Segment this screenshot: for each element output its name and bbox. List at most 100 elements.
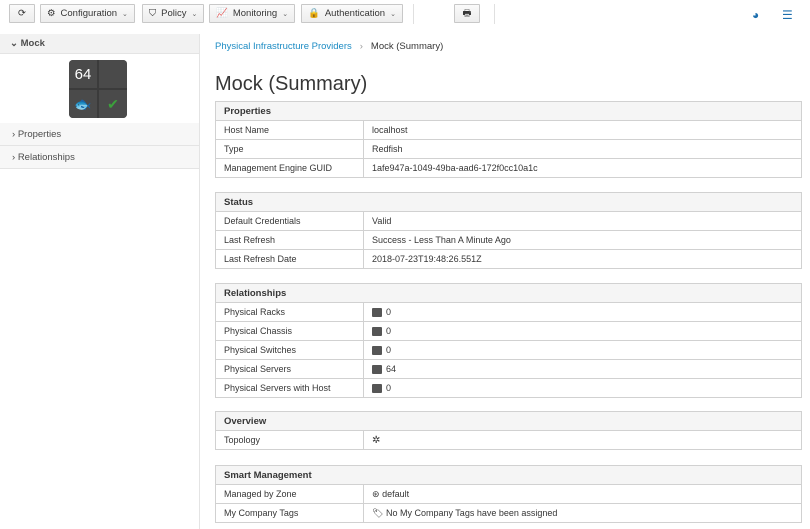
sidebar: ⌄ Mock 64 🐟 ✔ › Properties › Relationshi…	[0, 34, 200, 529]
divider	[413, 4, 414, 24]
row-value[interactable]: 0	[363, 340, 802, 360]
row-value: 1afe947a-1049-49ba-aad6-172f0cc10a1c	[363, 158, 802, 178]
row-label: Topology	[215, 430, 364, 450]
chevron-down-icon: ⌄	[122, 10, 128, 18]
table-row[interactable]: Physical Racks 0	[215, 302, 802, 322]
reload-button[interactable]: ⟳	[9, 4, 35, 23]
toolbar: ⟳ ⚙ Configuration ⌄ ⛉ Policy ⌄ 📈 Monitoring ⌄ …	[0, 0, 810, 28]
tags-value: No My Company Tags have been assigned	[385, 507, 558, 518]
properties-table: Properties Host Name localhost Type Redfis…	[215, 101, 802, 178]
rack-icon	[372, 308, 382, 318]
check-circle-icon: ✔	[99, 90, 127, 118]
configuration-label: Configuration	[60, 8, 118, 19]
server-count: 64	[69, 60, 97, 88]
policy-menu[interactable]: ⛉ Policy ⌄	[142, 4, 205, 23]
row-value[interactable]: 0	[363, 321, 802, 341]
row-label: Physical Chassis	[215, 321, 364, 341]
row-value: localhost	[363, 120, 802, 140]
divider	[494, 4, 495, 24]
topology-icon: ✲	[372, 434, 381, 446]
row-label: Last Refresh	[215, 230, 364, 250]
row-label: Default Credentials	[215, 211, 364, 231]
table-header: Overview	[215, 411, 802, 431]
table-row: My Company Tags 🏷 No My Company Tags have…	[215, 503, 802, 523]
sidebar-title[interactable]: ⌄ Mock	[0, 34, 199, 54]
table-row: Default Credentials Valid	[215, 211, 802, 231]
dashboard-view-icon[interactable]: ◕	[752, 8, 759, 22]
table-header: Smart Management	[215, 465, 802, 485]
count: 0	[386, 344, 392, 355]
row-value: ⊛ default	[363, 484, 802, 504]
table-row[interactable]: Physical Chassis 0	[215, 321, 802, 341]
table-row[interactable]: Physical Switches 0	[215, 340, 802, 360]
switch-icon	[372, 346, 382, 356]
row-label: Last Refresh Date	[215, 249, 364, 269]
chart-icon: 📈	[216, 8, 228, 19]
page-title: Mock (Summary)	[215, 73, 368, 95]
row-label: Physical Servers with Host	[215, 378, 364, 398]
chassis-icon	[372, 327, 382, 337]
printer-icon: 🖶	[462, 7, 472, 19]
refresh-icon: ⟳	[18, 8, 26, 19]
row-label: Physical Servers	[215, 359, 364, 379]
sidebar-item-label: Properties	[17, 128, 62, 140]
chevron-down-icon: ⌄	[390, 10, 396, 18]
count: 0	[386, 382, 392, 393]
smart-management-table: Smart Management Managed by Zone ⊛ defaul…	[215, 465, 802, 523]
breadcrumb-link[interactable]: Physical Infrastructure Providers	[215, 41, 352, 52]
table-header: Properties	[215, 101, 802, 121]
row-value: Redfish	[363, 139, 802, 159]
row-value: Valid	[363, 211, 802, 231]
sidebar-item-label: Relationships	[17, 151, 75, 163]
row-value: Success - Less Than A Minute Ago	[363, 230, 802, 250]
monitoring-label: Monitoring	[232, 8, 278, 19]
print-button[interactable]: 🖶	[454, 4, 480, 23]
lock-icon: 🔒	[308, 8, 320, 19]
table-row[interactable]: Topology ✲	[215, 430, 802, 450]
shield-icon: ⛉	[149, 8, 157, 19]
server-icon	[372, 365, 382, 375]
provider-quadicon[interactable]: 64 🐟 ✔	[69, 60, 127, 118]
table-row: Type Redfish	[215, 139, 802, 159]
sidebar-item-properties[interactable]: › Properties	[0, 123, 199, 146]
row-value: 🏷 No My Company Tags have been assigned	[363, 503, 802, 523]
chevron-down-icon: ⌄	[282, 10, 289, 18]
authentication-label: Authentication	[324, 8, 386, 19]
count: 0	[386, 325, 392, 336]
status-table: Status Default Credentials Valid Last Ref…	[215, 192, 802, 269]
row-label: Management Engine GUID	[215, 158, 364, 178]
table-row[interactable]: Physical Servers 64	[215, 359, 802, 379]
breadcrumb: Physical Infrastructure Providers › Mock (…	[215, 41, 443, 52]
sidebar-title-label: Mock	[20, 38, 45, 49]
row-label: My Company Tags	[215, 503, 364, 523]
authentication-menu[interactable]: 🔒 Authentication ⌄	[301, 4, 403, 23]
table-row: Last Refresh Success - Less Than A Minute…	[215, 230, 802, 250]
configuration-menu[interactable]: ⚙ Configuration ⌄	[40, 4, 135, 23]
row-value[interactable]: ✲	[363, 430, 802, 450]
quadicon-area: 64 🐟 ✔	[0, 54, 199, 123]
count: 64	[386, 363, 397, 374]
chevron-down-icon: ⌄	[191, 10, 198, 18]
sidebar-item-relationships[interactable]: › Relationships	[0, 146, 199, 169]
zone-icon: ⊛	[372, 488, 380, 499]
table-header: Relationships	[215, 283, 802, 303]
empty-quad	[99, 60, 127, 88]
row-label: Managed by Zone	[215, 484, 364, 504]
gear-icon: ⚙	[47, 8, 56, 19]
overview-table: Overview Topology ✲	[215, 411, 802, 450]
row-label: Physical Switches	[215, 340, 364, 360]
zone-value: default	[382, 488, 410, 499]
table-row: Last Refresh Date 2018-07-23T19:48:26.551…	[215, 249, 802, 269]
table-row: Host Name localhost	[215, 120, 802, 140]
tag-icon: 🏷	[372, 507, 384, 518]
row-label: Type	[215, 139, 364, 159]
relationships-table: Relationships Physical Racks 0 Physical C…	[215, 283, 802, 398]
row-value[interactable]: 0	[363, 302, 802, 322]
row-value[interactable]: 64	[363, 359, 802, 379]
row-value[interactable]: 0	[363, 378, 802, 398]
list-view-icon[interactable]: ☰	[782, 8, 793, 22]
breadcrumb-separator: ›	[359, 41, 363, 52]
monitoring-menu[interactable]: 📈 Monitoring ⌄	[209, 4, 296, 23]
redfish-logo-icon: 🐟	[69, 90, 97, 118]
table-row[interactable]: Physical Servers with Host 0	[215, 378, 802, 398]
